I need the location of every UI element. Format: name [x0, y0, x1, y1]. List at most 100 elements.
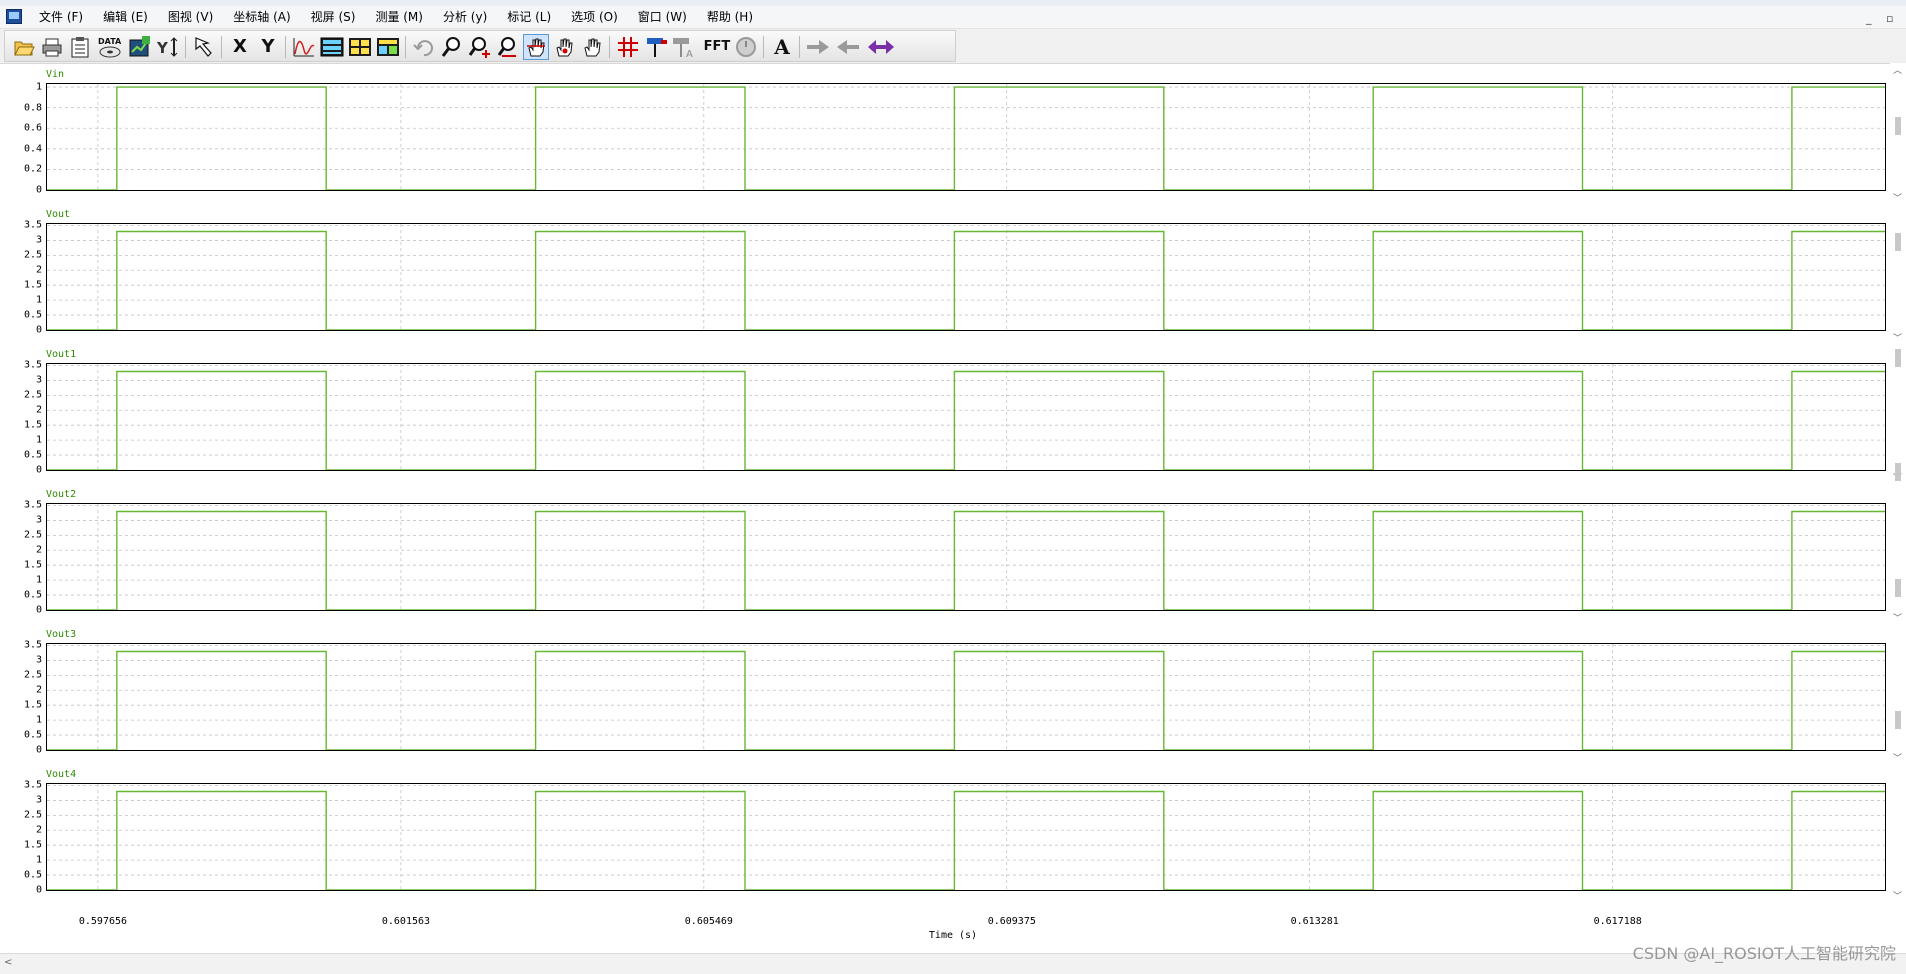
scroll-up-icon[interactable]: ︿: [1893, 63, 1902, 76]
menu-label[interactable]: 标记 (L): [497, 6, 561, 28]
print-icon[interactable]: [39, 34, 65, 60]
y-tick-label: 0: [35, 884, 42, 896]
menu-options[interactable]: 选项 (O): [561, 6, 628, 28]
pan-icon[interactable]: [523, 34, 549, 60]
scroll-thumb[interactable]: [1895, 711, 1901, 729]
zoom-out-icon[interactable]: [495, 34, 521, 60]
plot-panel-vout1: Vout1 0 0.5 1 1.5 2 2.5 3 3.5: [0, 343, 1906, 483]
scroll-thumb[interactable]: [1895, 579, 1901, 597]
svg-text:Y: Y: [156, 39, 169, 57]
menu-edit[interactable]: 编辑 (E): [93, 6, 158, 28]
y-tick-label: 0: [35, 324, 42, 336]
minimize-button[interactable]: _: [1866, 12, 1872, 25]
arrow-both-icon[interactable]: [865, 34, 897, 60]
zoom-icon[interactable]: [439, 34, 465, 60]
plot-panel-vout3: Vout3 0 0.5 1 1.5 2 2.5 3 3.5: [0, 623, 1906, 763]
y-tick-label: 1: [35, 81, 42, 93]
y-tick-label: 1: [35, 434, 42, 446]
curve-icon[interactable]: [291, 34, 317, 60]
series-line: [47, 86, 1885, 190]
data-icon[interactable]: DATA: [95, 34, 125, 60]
plot-svg: [47, 84, 1885, 190]
scroll-down-icon[interactable]: ﹀: [1893, 191, 1902, 204]
y-tick-label: 0.5: [23, 869, 42, 881]
plot-title: Vout: [46, 209, 71, 220]
x-tick-label: 0.605469: [684, 916, 733, 927]
crosshair-icon[interactable]: [615, 34, 641, 60]
hand-point-icon[interactable]: [551, 34, 577, 60]
x-axis-icon[interactable]: X: [227, 34, 253, 60]
menu-axis[interactable]: 坐标轴 (A): [223, 6, 300, 28]
clipboard-icon[interactable]: [67, 34, 93, 60]
horizontal-scrollbar[interactable]: <: [0, 953, 1906, 974]
plot-axes[interactable]: [46, 783, 1886, 891]
scroll-down-icon[interactable]: ﹀: [1893, 751, 1902, 764]
scroll-down-icon[interactable]: ﹀: [1893, 331, 1902, 344]
svg-text:DATA: DATA: [98, 37, 122, 46]
y-tick-label: 1.5: [23, 839, 42, 851]
arrow-right-icon[interactable]: [805, 34, 831, 60]
plot-panel-vout4: Vout4 0 0.5 1 1.5 2 2.5 3 3.5: [0, 763, 1906, 903]
menu-window[interactable]: 窗口 (W): [628, 6, 697, 28]
grid-screen-icon[interactable]: [347, 34, 373, 60]
menu-help[interactable]: 帮助 (H): [697, 6, 763, 28]
plot-title: Vout3: [46, 629, 77, 640]
plot-svg: [47, 644, 1885, 750]
pointer-icon[interactable]: [191, 34, 217, 60]
menu-measure[interactable]: 测量 (M): [365, 6, 433, 28]
y-tick-label: 1: [35, 574, 42, 586]
plot-panel-vin: Vin 0 0.2 0.4 0.6 0.8 1: [0, 63, 1906, 203]
app-icon[interactable]: [6, 9, 22, 24]
plot-panel-vout2: Vout2 0 0.5 1 1.5 2 2.5 3 3.5: [0, 483, 1906, 623]
scroll-down-icon[interactable]: ﹀: [1893, 889, 1902, 902]
y-tick-label: 3: [35, 234, 42, 246]
hand-icon[interactable]: [579, 34, 605, 60]
plot-area: Vin 0 0.2 0.4 0.6 0.8 1 Vout 0 0.5 1 1.5 2 2.5 3 3.5…: [0, 63, 1906, 953]
plot-axes[interactable]: [46, 643, 1886, 751]
plot-axes[interactable]: [46, 223, 1886, 331]
scroll-down-icon[interactable]: ﹀: [1893, 611, 1902, 624]
scroll-thumb[interactable]: [1895, 349, 1901, 367]
fft-icon[interactable]: FFT: [701, 34, 733, 60]
marker-text-icon[interactable]: A: [671, 34, 697, 60]
plot-svg: [47, 784, 1885, 890]
plot-title: Vout1: [46, 349, 77, 360]
y-tick-label: 0: [35, 464, 42, 476]
menu-screen[interactable]: 视屏 (S): [301, 6, 366, 28]
plot-title: Vout2: [46, 489, 77, 500]
y-tick-label: 0.5: [23, 449, 42, 461]
screen-icon[interactable]: [319, 34, 345, 60]
menu-file[interactable]: 文件 (F): [29, 6, 93, 28]
scroll-thumb[interactable]: [1895, 117, 1901, 135]
restore-button[interactable]: ▫: [1886, 12, 1893, 25]
scroll-thumb[interactable]: [1895, 463, 1901, 481]
plot-axes[interactable]: [46, 363, 1886, 471]
menu-bar: 文件 (F) 编辑 (E) 图视 (V) 坐标轴 (A) 视屏 (S) 测量 (…: [0, 6, 1906, 29]
vertical-scroll-markers[interactable]: ︿ ﹀ ﹀ ﹀ ﹀ ﹀ ﹀: [1890, 63, 1906, 953]
plot-title: Vout4: [46, 769, 77, 780]
scroll-left-icon[interactable]: <: [4, 957, 12, 968]
text-icon[interactable]: A: [769, 34, 795, 60]
plot-axes[interactable]: [46, 503, 1886, 611]
zoom-in-icon[interactable]: [467, 34, 493, 60]
y-tick-label: 3: [35, 794, 42, 806]
marker-icon[interactable]: [643, 34, 669, 60]
menu-view[interactable]: 图视 (V): [158, 6, 223, 28]
y-tick-label: 2: [35, 544, 42, 556]
y-axis-icon[interactable]: Y: [155, 34, 181, 60]
clock-icon[interactable]: [733, 34, 759, 60]
undo-icon[interactable]: [411, 34, 437, 60]
arrow-left-icon[interactable]: [835, 34, 861, 60]
scroll-thumb[interactable]: [1895, 233, 1901, 251]
open-icon[interactable]: [11, 34, 37, 60]
y-axis-select-icon[interactable]: Y: [255, 34, 281, 60]
menu-analysis[interactable]: 分析 (y): [433, 6, 497, 28]
x-tick-label: 0.613281: [1290, 916, 1339, 927]
multi-screen-icon[interactable]: [375, 34, 401, 60]
plot-svg: [47, 364, 1885, 470]
y-tick-label: 3: [35, 374, 42, 386]
toolbar-separator: [405, 36, 406, 58]
plot-axes[interactable]: [46, 83, 1886, 191]
chart-add-icon[interactable]: [127, 34, 153, 60]
y-tick-label: 3.5: [23, 779, 42, 791]
